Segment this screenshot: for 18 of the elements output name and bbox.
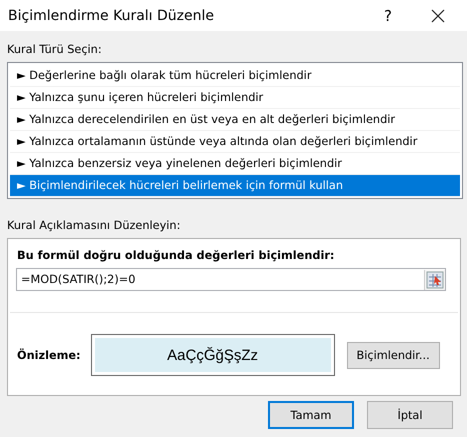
rule-type-item[interactable]: ► Biçimlendirilecek hücreleri belirlemek için formül kullan xyxy=(10,175,460,197)
range-select-icon[interactable] xyxy=(424,270,445,290)
rule-type-item[interactable]: ► Yalnızca derecelendirilen en üst veya en alt değerleri biçimlendir xyxy=(10,109,460,131)
formula-label: Bu formül doğru olduğunda değerleri biçimlendir: xyxy=(17,249,336,262)
window-title: Biçimlendirme Kuralı Düzenle xyxy=(7,8,215,24)
dialog-button[interactable]: İptal xyxy=(367,401,453,429)
rule-type-item[interactable]: ► Değerlerine bağlı olarak tüm hücreleri biçimlendir xyxy=(10,65,460,87)
rule-type-item[interactable]: ► Yalnızca şunu içeren hücreleri biçimlendir xyxy=(10,87,460,109)
formula-field[interactable]: =MOD(SATIR();2)=0 xyxy=(16,268,446,291)
section-label: Kural Açıklamasını Düzenleyin: xyxy=(7,219,182,233)
rule-type-item[interactable]: ► Yalnızca ortalamanın üstünde veya altında olan değerleri biçimlendir xyxy=(10,131,460,153)
format-button[interactable]: Biçimlendir... xyxy=(346,342,440,368)
dialog-button[interactable]: Tamam xyxy=(268,401,354,429)
preview-box: AaÇçĞğŞşZz xyxy=(90,334,335,376)
close-icon xyxy=(430,8,446,24)
section-label: Kural Türü Seçin: xyxy=(7,43,103,57)
help-button[interactable]: ? xyxy=(365,0,411,31)
preview-label: Önizleme: xyxy=(17,348,81,362)
